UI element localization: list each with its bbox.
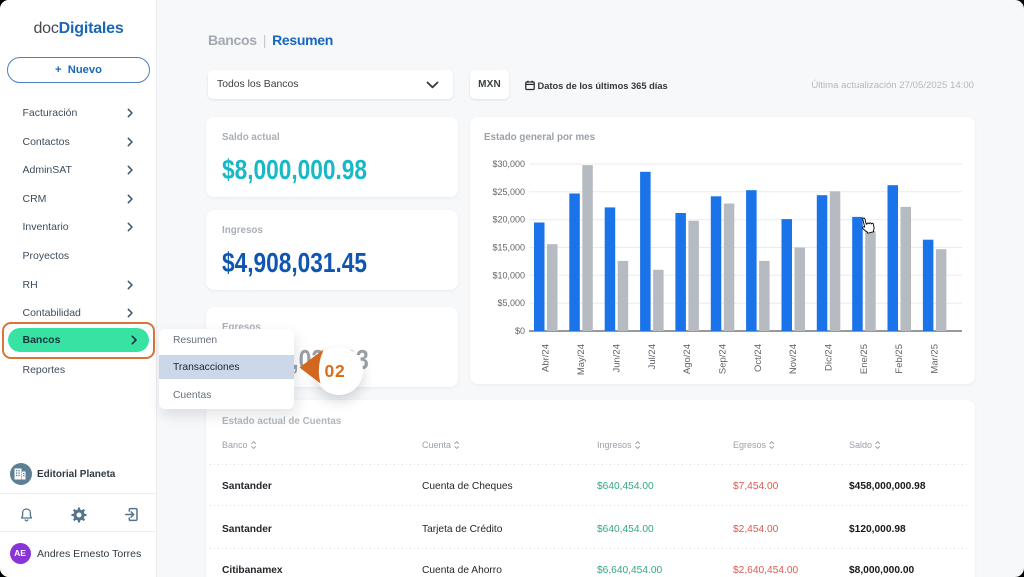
svg-text:Sep/24: Sep/24: [717, 344, 728, 374]
svg-text:Ago/24: Ago/24: [682, 344, 693, 374]
svg-text:$10,000: $10,000: [492, 270, 525, 280]
svg-text:Jun/24: Jun/24: [611, 344, 622, 373]
svg-text:$30,000: $30,000: [492, 159, 525, 169]
svg-text:May/24: May/24: [576, 344, 587, 375]
svg-text:Mar/25: Mar/25: [930, 344, 941, 374]
svg-text:$5,000: $5,000: [497, 298, 525, 308]
svg-text:Dic/24: Dic/24: [824, 344, 835, 371]
svg-text:$0: $0: [515, 326, 525, 336]
svg-text:Abr/24: Abr/24: [541, 344, 552, 372]
svg-text:Feb/25: Feb/25: [894, 344, 905, 374]
svg-text:Oct/24: Oct/24: [753, 344, 764, 372]
svg-text:Nov/24: Nov/24: [788, 344, 799, 374]
svg-text:$20,000: $20,000: [492, 215, 525, 225]
svg-text:Jul/24: Jul/24: [647, 344, 658, 369]
svg-text:$25,000: $25,000: [492, 187, 525, 197]
svg-text:Ene/25: Ene/25: [859, 344, 870, 374]
svg-text:$15,000: $15,000: [492, 243, 525, 253]
